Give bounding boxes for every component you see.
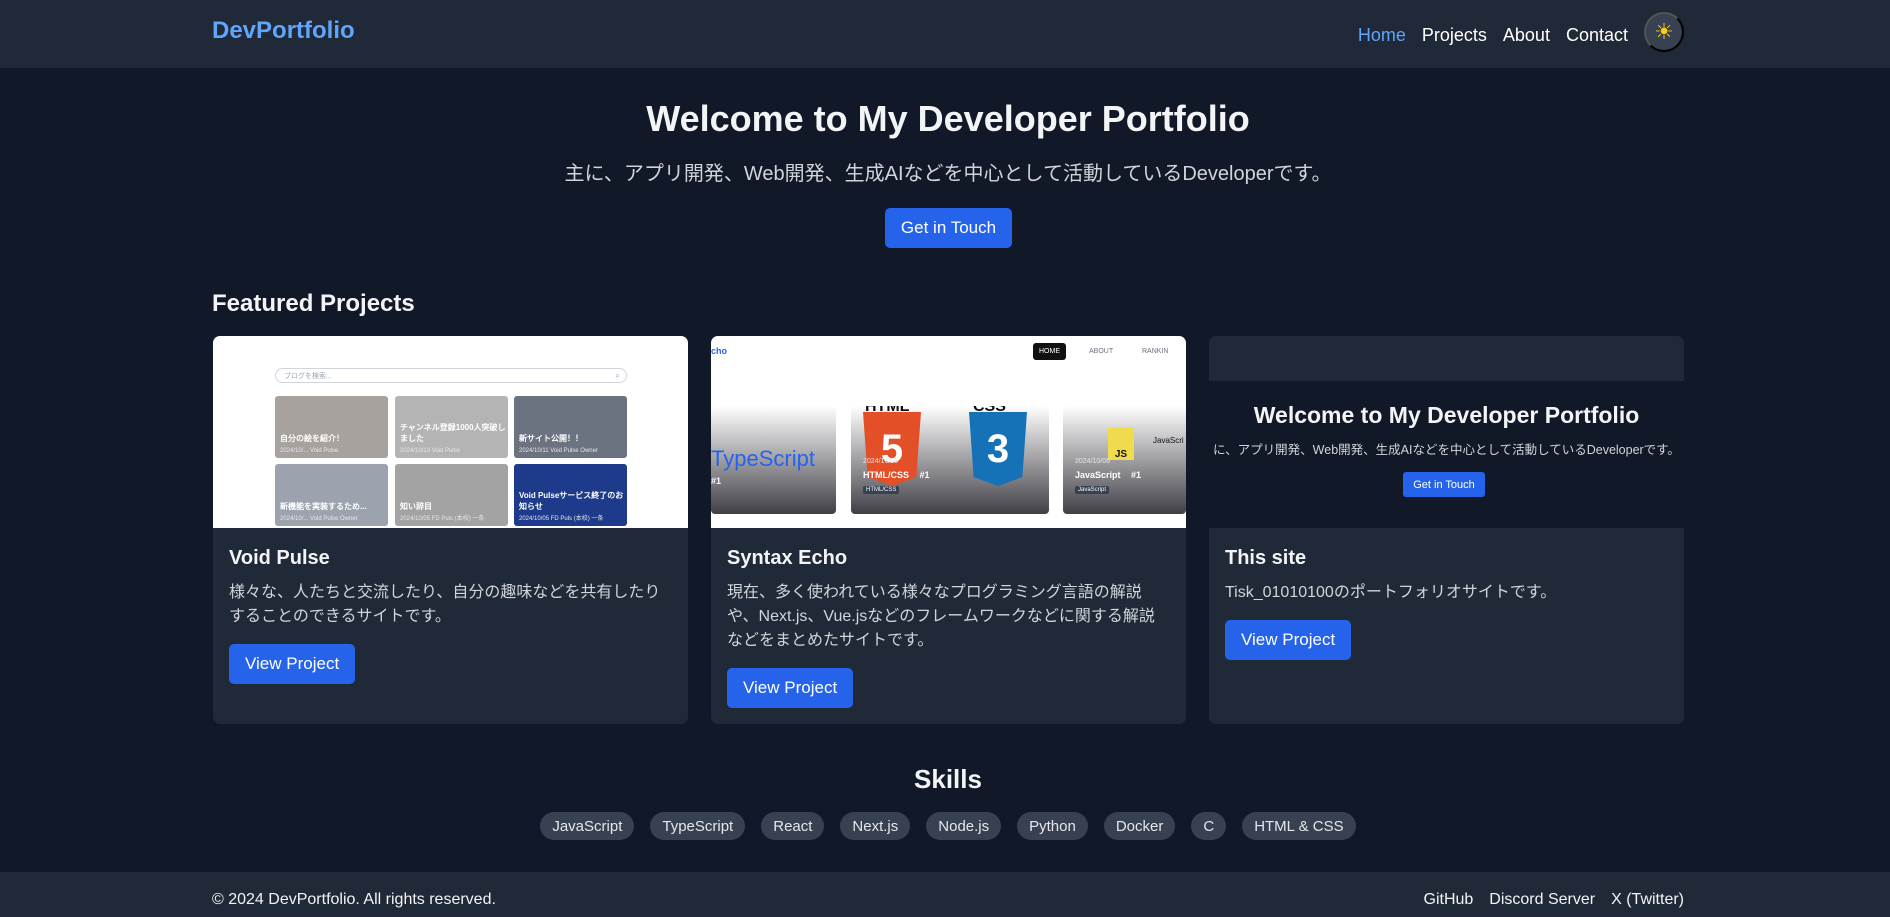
theme-toggle-button[interactable]: ☀	[1644, 12, 1684, 52]
project-title: Void Pulse	[229, 547, 330, 569]
slide-label-text: HTML/CSS	[863, 470, 909, 480]
thumbnail-slide: 5 3 HTML CSS 2024/10/06 HTML/CSS #1 HTML…	[851, 406, 1049, 514]
javascript-icon: JS	[1108, 428, 1134, 460]
css3-number: 3	[986, 426, 1010, 471]
tile-meta: 2024/10/13 Void Pulse	[400, 448, 461, 454]
thumbnail-tile: Void Pulseサービス終了のお知らせ 2024/10/05 FD Puls…	[514, 464, 627, 526]
css-heading: CSS	[973, 406, 1006, 415]
html-heading: HTML	[865, 406, 910, 415]
slide-label: JavaScript #1	[1075, 470, 1141, 480]
hero-title: Welcome to My Developer Portfolio	[646, 98, 1250, 139]
thumbnail-tile: 自分の絵を紹介！ 2024/10/... Void Pulse	[275, 396, 388, 458]
skill-chip: Docker	[1103, 812, 1176, 840]
nav-links: Home Projects About Contact ☀	[1342, 12, 1684, 52]
tile-title: 新機能を実装するため...	[280, 502, 367, 511]
thumbnail-tile: 知い辞目 2024/10/05 FD Puls (本校) 一条	[395, 464, 508, 526]
thumbnail-title: Welcome to My Developer Portfolio	[1253, 402, 1640, 428]
slide-label: TypeScript	[711, 446, 815, 471]
project-description: Tisk_01010100のポートフォリオサイトです。	[1225, 584, 1557, 601]
thumbnail-slide: TypeScript #1	[711, 406, 836, 514]
thumbnail-search-bar: ブログを検索... ⌕	[275, 368, 627, 383]
slide-side-text: JavaScri	[1153, 436, 1184, 445]
project-card-this-site: Welcome to My Developer Portfolio に、アプリ開…	[1209, 336, 1684, 724]
hero-subtitle: 主に、アプリ開発、Web開発、生成AIなどを中心として活動しているDevelop…	[564, 163, 1332, 185]
thumbnail-search-placeholder: ブログを検索...	[284, 373, 332, 380]
slide-rank: #1	[711, 476, 722, 486]
project-title: This site	[1225, 547, 1307, 569]
skill-chip: Next.js	[840, 812, 911, 840]
project-thumbnail: Welcome to My Developer Portfolio に、アプリ開…	[1209, 336, 1684, 528]
thumbnail-nav-home: HOME	[1033, 343, 1066, 360]
navbar: DevPortfolio Home Projects About Contact…	[0, 0, 1890, 68]
slide-rank: #1	[1131, 470, 1142, 480]
slide-tag: JavaScript	[1075, 486, 1110, 494]
footer-link-x[interactable]: X (Twitter)	[1611, 891, 1684, 909]
view-project-button[interactable]: View Project	[727, 668, 854, 708]
tile-title: Void Pulseサービス終了のお知らせ	[519, 491, 624, 511]
tile-meta: 2024/10/... Void Pulse Owner	[280, 516, 358, 522]
search-icon: ⌕	[615, 371, 620, 380]
skills-list: JavaScript TypeScript React Next.js Node…	[0, 812, 1890, 840]
footer-links: GitHub Discord Server X (Twitter)	[1408, 891, 1685, 909]
tile-meta: 2024/10/11 Void Pulse Owner	[519, 448, 598, 454]
thumbnail-navbar	[1209, 336, 1684, 381]
footer: © 2024 DevPortfolio. All rights reserved…	[0, 872, 1890, 917]
css3-icon: 3	[969, 412, 1027, 486]
footer-link-discord[interactable]: Discord Server	[1489, 891, 1595, 909]
project-description: 様々な、人たちと交流したり、自分の趣味などを共有したりすることのできるサイトです…	[229, 584, 661, 625]
thumbnail-tile: チャンネル登録1000人突破しました 2024/10/13 Void Pulse	[395, 396, 508, 458]
tile-title: 新サイト公開！！	[519, 434, 583, 443]
skill-chip: TypeScript	[650, 812, 746, 840]
skill-chip: JavaScript	[540, 812, 635, 840]
thumbnail-subtitle: に、アプリ開発、Web開発、生成AIなどを中心として活動しているDevelope…	[1213, 443, 1680, 457]
thumbnail-nav-ranking: RANKIN	[1142, 348, 1169, 355]
slide-rank: #1	[919, 470, 930, 480]
project-card-void-pulse: ブログを検索... ⌕ 自分の絵を紹介！ 2024/10/... Void Pu…	[213, 336, 688, 724]
thumbnail-cta: Get in Touch	[1403, 472, 1485, 497]
skill-chip: Node.js	[926, 812, 1002, 840]
tile-meta: 2024/10/05 FD Puls (本校) 一条	[400, 516, 485, 522]
tile-meta: 2024/10/05 FD Puls (本校) 一条	[519, 516, 604, 522]
nav-link-projects[interactable]: Projects	[1422, 25, 1487, 46]
brand-logo[interactable]: DevPortfolio	[212, 17, 355, 45]
slide-date: 2024/10/06	[863, 458, 899, 465]
project-card-syntax-echo: cho HOME ABOUT RANKIN TypeScript #1 5 3 …	[711, 336, 1186, 724]
get-in-touch-button[interactable]: Get in Touch	[885, 208, 1012, 248]
project-title: Syntax Echo	[727, 547, 848, 569]
tile-title: 自分の絵を紹介！	[280, 434, 344, 443]
footer-link-github[interactable]: GitHub	[1424, 891, 1474, 909]
skill-chip: React	[761, 812, 825, 840]
slide-label: HTML/CSS #1	[863, 470, 930, 480]
slide-label-text: JavaScript	[1075, 470, 1121, 480]
tile-title: チャンネル登録1000人突破しました	[400, 423, 506, 443]
project-thumbnail: cho HOME ABOUT RANKIN TypeScript #1 5 3 …	[711, 336, 1186, 528]
sun-icon: ☀	[1654, 19, 1674, 44]
featured-projects-title: Featured Projects	[212, 290, 415, 317]
skills-title: Skills	[914, 764, 982, 794]
thumbnail-logo: cho	[711, 346, 728, 356]
view-project-button[interactable]: View Project	[1225, 620, 1352, 660]
copyright-text: © 2024 DevPortfolio. All rights reserved…	[212, 891, 496, 908]
slide-date: 2024/10/06	[1075, 458, 1111, 465]
project-thumbnail: ブログを検索... ⌕ 自分の絵を紹介！ 2024/10/... Void Pu…	[213, 336, 688, 528]
nav-link-about[interactable]: About	[1503, 25, 1550, 46]
skill-chip: Python	[1017, 812, 1088, 840]
project-description: 現在、多く使われている様々なプログラミング言語の解説や、Next.js、Vue.…	[727, 584, 1155, 649]
thumbnail-slide: JS JavaScri 2024/10/06 JavaScript #1 Jav…	[1063, 406, 1186, 514]
nav-link-home[interactable]: Home	[1358, 25, 1406, 46]
thumbnail-tile: 新サイト公開！！ 2024/10/11 Void Pulse Owner	[514, 396, 627, 458]
thumbnail-nav-about: ABOUT	[1089, 348, 1114, 355]
skill-chip: C	[1191, 812, 1227, 840]
tile-title: 知い辞目	[400, 502, 432, 511]
thumbnail-tile: 新機能を実装するため... 2024/10/... Void Pulse Own…	[275, 464, 388, 526]
nav-link-contact[interactable]: Contact	[1566, 25, 1628, 46]
tile-meta: 2024/10/... Void Pulse	[280, 448, 339, 454]
skill-chip: HTML & CSS	[1242, 812, 1356, 840]
view-project-button[interactable]: View Project	[229, 644, 356, 684]
slide-tag: HTML/CSS	[863, 486, 900, 494]
